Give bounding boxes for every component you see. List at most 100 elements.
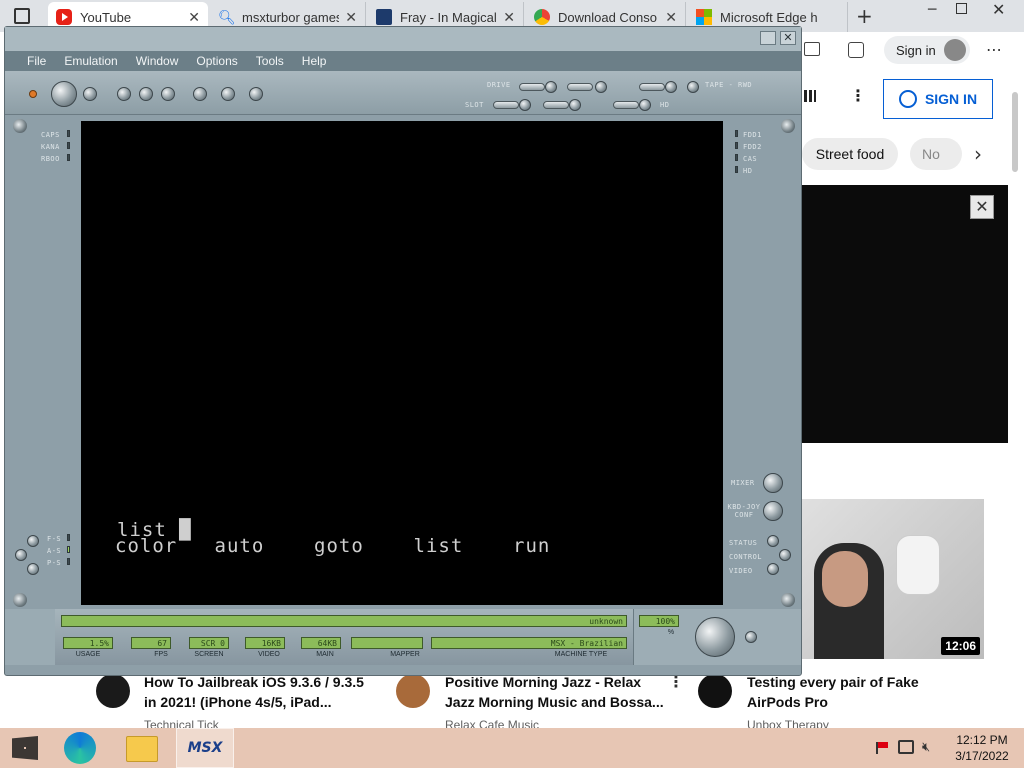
close-window-button[interactable]: ✕ (992, 0, 1005, 19)
slot-a-slider[interactable] (493, 101, 519, 109)
yt-signin-button[interactable]: SIGN IN (883, 79, 993, 119)
emulator-menubar: File Emulation Window Options Tools Help (5, 51, 801, 71)
share-icon[interactable] (804, 42, 820, 56)
ps-knob[interactable] (27, 563, 39, 575)
balance-knob[interactable] (745, 631, 757, 643)
settings-knob[interactable] (193, 87, 207, 101)
close-icon[interactable]: ✕ (345, 9, 357, 26)
help-knob[interactable] (249, 87, 263, 101)
menu-emulation[interactable]: Emulation (64, 54, 117, 68)
menu-tools[interactable]: Tools (256, 54, 284, 68)
chip-next[interactable]: No (910, 138, 962, 170)
close-icon[interactable]: ✕ (188, 9, 200, 26)
emulator-titlebar[interactable]: ✕ (5, 27, 801, 51)
close-button[interactable]: ✕ (780, 31, 796, 45)
fs-led (67, 534, 70, 541)
restore-button[interactable] (956, 3, 967, 14)
channel-avatar[interactable] (698, 674, 732, 708)
more-options-icon[interactable]: ⋯ (986, 40, 1002, 59)
apps-grid-icon[interactable] (804, 90, 816, 102)
tape-rwd-knob[interactable] (687, 81, 699, 93)
start-button[interactable] (12, 736, 38, 760)
channel-avatar[interactable] (396, 674, 430, 708)
drive-a-knob[interactable] (545, 81, 557, 93)
new-tab-button[interactable]: + (856, 4, 873, 28)
control-knob[interactable] (779, 549, 791, 561)
hd-slider[interactable] (613, 101, 639, 109)
slot-a-knob[interactable] (519, 99, 531, 111)
drive-b-slider[interactable] (567, 83, 593, 91)
tools-knob[interactable] (221, 87, 235, 101)
youtube-page: Sign in ⋯ ⋮ SIGN IN Street food No › ✕ 1… (800, 32, 1024, 728)
video-title-line2: AirPods Pro (747, 694, 828, 710)
emulator-screen[interactable]: list █ color auto goto list run (81, 121, 723, 605)
status-panel-left-cap (5, 609, 55, 665)
close-icon[interactable]: ✕ (970, 195, 994, 219)
menu-options[interactable]: Options (196, 54, 237, 68)
drive-a-slider[interactable] (519, 83, 545, 91)
status-knob[interactable] (767, 535, 779, 547)
drive-b-knob[interactable] (595, 81, 607, 93)
yt-more-icon[interactable]: ⋮ (850, 86, 866, 105)
led-label-fdd2: FDD2 (743, 143, 762, 151)
power-knob[interactable] (51, 81, 77, 107)
reset-knob[interactable] (83, 87, 97, 101)
tape-slider[interactable] (639, 83, 665, 91)
minimize-button[interactable] (760, 31, 776, 45)
collections-icon[interactable] (848, 42, 864, 58)
face-shape (822, 551, 868, 607)
pause-button[interactable] (139, 87, 153, 101)
mixer-knob[interactable] (763, 473, 783, 493)
search-icon: 🔍︎ (218, 9, 236, 25)
channel-avatar[interactable] (96, 674, 130, 708)
fs-knob[interactable] (27, 535, 39, 547)
screen-display: SCR 0 (189, 637, 229, 649)
kbd-joy-knob[interactable] (763, 501, 783, 521)
play-button[interactable] (117, 87, 131, 101)
close-icon[interactable]: ✕ (665, 9, 677, 26)
slot-label: SLOT (465, 101, 484, 109)
fps-label: FPS (154, 651, 168, 658)
minimize-button[interactable]: ─ (928, 2, 936, 18)
cas-led (735, 154, 738, 161)
scrollbar[interactable] (1012, 92, 1018, 172)
video-title[interactable]: Testing every pair of Fake AirPods Pro (747, 672, 967, 712)
tab-actions-icon[interactable] (14, 8, 30, 24)
machine-type-display: MSX - Brazilian (431, 637, 627, 649)
video-thumbnail[interactable]: 12:06 (800, 499, 984, 659)
ad-video-area (800, 185, 1008, 443)
video-knob[interactable] (767, 563, 779, 575)
video-title[interactable]: How To Jailbreak iOS 9.3.6 / 9.3.5 in 20… (144, 672, 374, 712)
video-label: VIDEO (729, 567, 753, 575)
status-label: STATUS (729, 539, 758, 547)
menu-help[interactable]: Help (302, 54, 327, 68)
as-knob[interactable] (15, 549, 27, 561)
led-label-caps: CAPS (41, 131, 60, 139)
msx-taskbar-button[interactable]: MSX (176, 728, 234, 768)
led-label-hd: HD (743, 167, 753, 175)
flag-icon[interactable] (876, 742, 888, 754)
document-icon (376, 9, 392, 25)
clock-date: 3/17/2022 (955, 749, 1009, 763)
clock[interactable]: 12:12 PM 3/17/2022 (950, 732, 1014, 764)
chevron-right-icon[interactable]: › (974, 142, 982, 166)
menu-window[interactable]: Window (136, 54, 179, 68)
stop-button[interactable] (161, 87, 175, 101)
profile-signin-button[interactable]: Sign in (884, 36, 970, 64)
video-title[interactable]: Positive Morning Jazz - Relax Jazz Morni… (445, 672, 665, 712)
slot-b-slider[interactable] (543, 101, 569, 109)
volume-muted-icon[interactable]: 🔇︎ (922, 740, 930, 755)
network-icon[interactable] (898, 740, 914, 754)
tape-knob[interactable] (665, 81, 677, 93)
menu-file[interactable]: File (27, 54, 46, 68)
led-label-fdd1: FDD1 (743, 131, 762, 139)
hd-knob[interactable] (639, 99, 651, 111)
chip-street-food[interactable]: Street food (802, 138, 898, 170)
usage-label: USAGE (75, 651, 101, 658)
video-list: How To Jailbreak iOS 9.3.6 / 9.3.5 in 20… (88, 668, 1024, 732)
close-icon[interactable]: ✕ (503, 9, 515, 26)
file-explorer-icon[interactable] (126, 736, 158, 762)
slot-b-knob[interactable] (569, 99, 581, 111)
edge-icon[interactable] (64, 732, 96, 764)
volume-knob[interactable] (695, 617, 735, 657)
